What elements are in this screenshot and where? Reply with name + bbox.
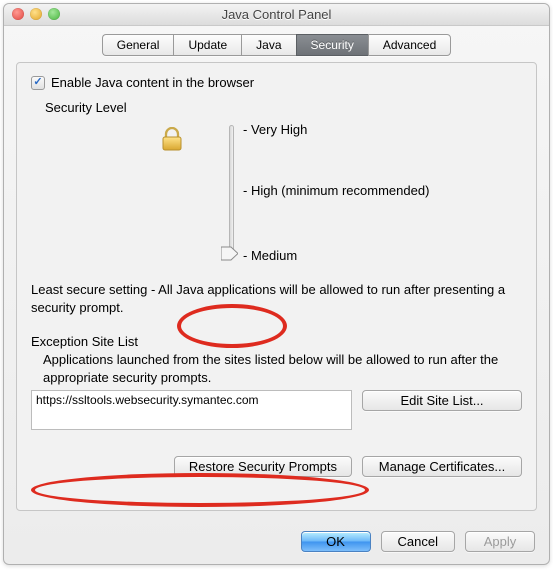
checkmark-icon: ✓ bbox=[33, 77, 42, 88]
tab-update[interactable]: Update bbox=[173, 34, 241, 56]
tab-advanced[interactable]: Advanced bbox=[368, 34, 451, 56]
enable-java-label: Enable Java content in the browser bbox=[51, 75, 254, 90]
security-level-description: Least secure setting - All Java applicat… bbox=[31, 281, 522, 316]
zoom-icon[interactable] bbox=[48, 8, 60, 20]
list-item[interactable]: https://ssltools.websecurity.symantec.co… bbox=[36, 393, 347, 407]
security-slider-track[interactable] bbox=[229, 125, 234, 259]
annotation-circle-site bbox=[31, 473, 369, 507]
exception-site-listbox[interactable]: https://ssltools.websecurity.symantec.co… bbox=[31, 390, 352, 430]
cancel-button[interactable]: Cancel bbox=[381, 531, 455, 552]
enable-java-checkbox[interactable]: ✓ bbox=[31, 76, 45, 90]
exception-list-description: Applications launched from the sites lis… bbox=[43, 351, 522, 386]
security-level-heading: Security Level bbox=[45, 100, 522, 115]
tab-security[interactable]: Security bbox=[296, 34, 368, 56]
apply-button[interactable]: Apply bbox=[465, 531, 535, 552]
close-icon[interactable] bbox=[12, 8, 24, 20]
manage-certificates-button[interactable]: Manage Certificates... bbox=[362, 456, 522, 477]
ok-button[interactable]: OK bbox=[301, 531, 371, 552]
level-medium: - Medium bbox=[243, 248, 297, 263]
tab-bar: General Update Java Security Advanced bbox=[4, 26, 549, 62]
exception-list-heading: Exception Site List bbox=[31, 334, 522, 349]
window-title: Java Control Panel bbox=[222, 7, 332, 22]
window-frame: Java Control Panel General Update Java S… bbox=[3, 3, 550, 565]
lock-icon bbox=[161, 127, 183, 154]
minimize-icon[interactable] bbox=[30, 8, 42, 20]
restore-prompts-button[interactable]: Restore Security Prompts bbox=[174, 456, 352, 477]
edit-site-list-button[interactable]: Edit Site List... bbox=[362, 390, 522, 411]
window-controls bbox=[12, 8, 60, 20]
dialog-footer: OK Cancel Apply bbox=[4, 521, 549, 564]
titlebar: Java Control Panel bbox=[4, 4, 549, 26]
security-slider-area: - Very High - High (minimum recommended)… bbox=[71, 121, 522, 271]
level-high: - High (minimum recommended) bbox=[243, 183, 429, 198]
security-pane: ✓ Enable Java content in the browser Sec… bbox=[16, 62, 537, 511]
tab-java[interactable]: Java bbox=[241, 34, 295, 56]
level-very-high: - Very High bbox=[243, 122, 307, 137]
tab-general[interactable]: General bbox=[102, 34, 174, 56]
security-slider-thumb[interactable] bbox=[221, 245, 238, 262]
